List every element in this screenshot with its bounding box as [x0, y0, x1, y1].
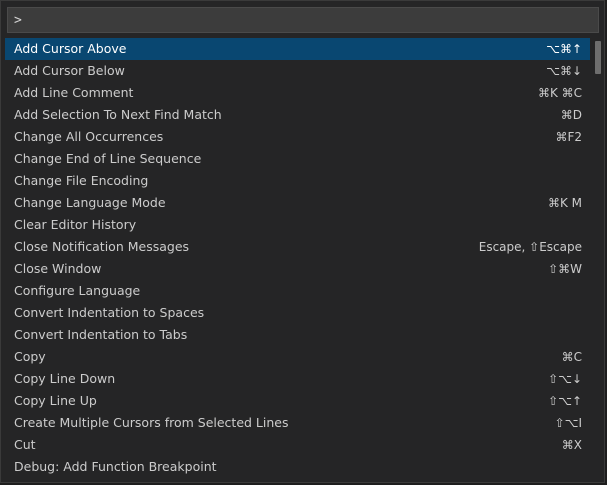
command-item-change-all-occurrences[interactable]: Change All Occurrences ⌘F2 — [5, 126, 590, 148]
command-label: Close Notification Messages — [14, 239, 190, 254]
scrollbar[interactable] — [593, 38, 603, 478]
command-keybinding: ⌘K M — [547, 196, 582, 210]
command-item-convert-indentation-tabs[interactable]: Convert Indentation to Tabs — [5, 324, 590, 346]
command-label: Add Cursor Above — [14, 41, 127, 56]
command-label: Copy — [14, 349, 46, 364]
command-label: Convert Indentation to Spaces — [14, 305, 205, 320]
command-label: Copy Line Down — [14, 371, 116, 386]
command-label: Add Line Comment — [14, 85, 134, 100]
command-keybinding: ⌘X — [561, 438, 582, 452]
command-keybinding: Escape, ⇧Escape — [478, 240, 582, 254]
command-item-close-window[interactable]: Close Window ⇧⌘W — [5, 258, 590, 280]
command-label: Copy Line Up — [14, 393, 97, 408]
command-keybinding: ⌘K ⌘C — [537, 86, 582, 100]
command-item-add-line-comment[interactable]: Add Line Comment ⌘K ⌘C — [5, 82, 590, 104]
command-item-debug-add-function-breakpoint[interactable]: Debug: Add Function Breakpoint — [5, 456, 590, 478]
command-keybinding: ⇧⌥↓ — [548, 372, 582, 386]
command-item-add-cursor-below[interactable]: Add Cursor Below ⌥⌘↓ — [5, 60, 590, 82]
command-label: Close Window — [14, 261, 102, 276]
command-label: Create Multiple Cursors from Selected Li… — [14, 415, 289, 430]
command-item-convert-indentation-spaces[interactable]: Convert Indentation to Spaces — [5, 302, 590, 324]
command-label: Debug: Add Function Breakpoint — [14, 459, 217, 474]
command-list: Add Cursor Above ⌥⌘↑ Add Cursor Below ⌥⌘… — [5, 38, 590, 482]
command-item-add-selection-next-find-match[interactable]: Add Selection To Next Find Match ⌘D — [5, 104, 590, 126]
command-keybinding: ⇧⌥I — [554, 416, 582, 430]
command-label: Clear Editor History — [14, 217, 137, 232]
command-item-change-file-encoding[interactable]: Change File Encoding — [5, 170, 590, 192]
command-item-cut[interactable]: Cut ⌘X — [5, 434, 590, 456]
command-label: Cut — [14, 437, 36, 452]
command-label: Convert Indentation to Tabs — [14, 327, 188, 342]
command-keybinding: ⌘C — [561, 350, 582, 364]
command-item-close-notification-messages[interactable]: Close Notification Messages Escape, ⇧Esc… — [5, 236, 590, 258]
command-keybinding: ⌘F2 — [555, 130, 582, 144]
command-input-container[interactable] — [7, 7, 599, 33]
command-label: Change End of Line Sequence — [14, 151, 202, 166]
command-item-change-language-mode[interactable]: Change Language Mode ⌘K M — [5, 192, 590, 214]
command-item-create-multiple-cursors[interactable]: Create Multiple Cursors from Selected Li… — [5, 412, 590, 434]
command-label: Add Cursor Below — [14, 63, 125, 78]
command-label: Change All Occurrences — [14, 129, 164, 144]
command-keybinding: ⇧⌘W — [548, 262, 582, 276]
command-item-configure-language[interactable]: Configure Language — [5, 280, 590, 302]
command-label: Change File Encoding — [14, 173, 149, 188]
command-input[interactable] — [8, 8, 598, 32]
command-item-add-cursor-above[interactable]: Add Cursor Above ⌥⌘↑ — [5, 38, 590, 60]
command-keybinding: ⌥⌘↑ — [546, 42, 582, 56]
command-keybinding: ⌘D — [560, 108, 582, 122]
command-label: Add Selection To Next Find Match — [14, 107, 222, 122]
scrollbar-thumb[interactable] — [595, 41, 601, 74]
command-item-copy-line-up[interactable]: Copy Line Up ⇧⌥↑ — [5, 390, 590, 412]
command-item-copy[interactable]: Copy ⌘C — [5, 346, 590, 368]
command-item-clear-editor-history[interactable]: Clear Editor History — [5, 214, 590, 236]
command-item-change-eol-sequence[interactable]: Change End of Line Sequence — [5, 148, 590, 170]
command-palette: Add Cursor Above ⌥⌘↑ Add Cursor Below ⌥⌘… — [0, 0, 605, 483]
command-label: Change Language Mode — [14, 195, 166, 210]
command-label: Configure Language — [14, 283, 141, 298]
command-keybinding: ⇧⌥↑ — [548, 394, 582, 408]
command-keybinding: ⌥⌘↓ — [546, 64, 582, 78]
command-item-copy-line-down[interactable]: Copy Line Down ⇧⌥↓ — [5, 368, 590, 390]
